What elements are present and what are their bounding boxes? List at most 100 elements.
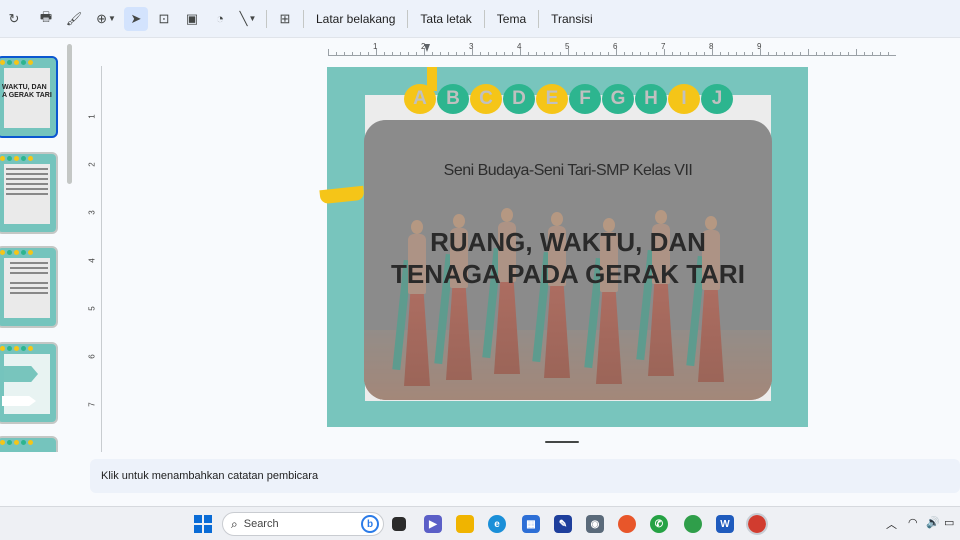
ruler-number: 5 — [87, 306, 97, 311]
ruler-tick — [808, 49, 809, 55]
line-icon[interactable]: ╲ ▼ — [236, 7, 260, 31]
taskbar-search-box[interactable]: ⌕ Search b — [222, 512, 384, 536]
ruler-number: 7 — [661, 42, 666, 51]
letter-circle-a: A — [404, 84, 436, 114]
ruler-tick — [560, 52, 561, 55]
ruler-tick — [704, 52, 705, 55]
ruler-tick — [488, 52, 489, 55]
ruler-tick — [648, 52, 649, 55]
ruler-tick — [584, 52, 585, 55]
slide-thumbnail-5[interactable] — [0, 436, 58, 452]
chrome-profile-icon[interactable] — [746, 513, 768, 535]
chevron-up-icon[interactable]: ︿ — [886, 516, 897, 532]
ruler-tick — [864, 52, 865, 55]
ruler-tick — [656, 52, 657, 55]
word-icon[interactable]: W — [716, 515, 734, 533]
ruler-tick — [392, 52, 393, 55]
taskbar-search-label: Search — [243, 518, 279, 530]
windows-start-icon[interactable] — [194, 515, 212, 533]
ruler-tick — [768, 52, 769, 55]
ruler-tick — [336, 52, 337, 55]
task-view-icon[interactable] — [392, 517, 406, 531]
layout-menu-button[interactable]: Tata letak — [412, 7, 479, 31]
ruler-tick — [432, 52, 433, 55]
ruler-number: 6 — [87, 354, 97, 359]
ruler-tick — [552, 52, 553, 55]
add-comment-icon[interactable]: ⊞ — [273, 7, 297, 31]
select-cursor-icon[interactable]: ➤ — [124, 6, 148, 31]
bing-icon[interactable]: b — [361, 515, 379, 533]
slide-title-line: TENAGA PADA GERAK TARI — [391, 259, 745, 289]
ruler-number: 1 — [373, 42, 378, 51]
chrome-icon[interactable] — [684, 515, 702, 533]
ruler-tick — [776, 52, 777, 55]
toolbar-divider — [266, 9, 267, 28]
ruler-tick — [752, 52, 753, 55]
slide-thumbnail-4[interactable] — [0, 342, 58, 424]
text-box-icon[interactable]: ⊡ — [152, 7, 176, 31]
ruler-tick — [624, 52, 625, 55]
ruler-tick — [880, 52, 881, 55]
thumbnail-dots — [0, 60, 33, 65]
ruler-number: 3 — [469, 42, 474, 51]
letter-circle-h: H — [635, 84, 667, 114]
speaker-notes-field[interactable]: Klik untuk menambahkan catatan pembicara — [90, 459, 960, 493]
camera-icon[interactable]: ◉ — [586, 515, 604, 533]
letter-circle-e: E — [536, 84, 568, 114]
teams-icon[interactable]: ▶ — [424, 515, 442, 533]
ruler-tick — [368, 52, 369, 55]
ruler-tick — [888, 52, 889, 55]
ruler-tick — [632, 52, 633, 55]
ruler-tick — [848, 52, 849, 55]
windows-taskbar: ⌕ Search b ▶ e ▦ ✎ ◉ ✆ W ︿ ◠ 🔊 ▭ — [0, 506, 960, 540]
ruler-tick — [536, 52, 537, 55]
ruler-tick — [400, 52, 401, 55]
slide-thumbnail-2[interactable] — [0, 152, 58, 234]
theme-menu-button[interactable]: Tema — [489, 7, 534, 31]
ruler-tick — [800, 52, 801, 55]
vertical-ruler: 1 2 3 4 5 6 7 — [88, 66, 102, 452]
ruler-tick — [680, 52, 681, 55]
ruler-tick — [824, 52, 825, 55]
thumbnail-text-lines — [6, 168, 48, 198]
ruler-tick — [416, 52, 417, 55]
wifi-icon[interactable]: ◠ — [908, 516, 918, 529]
app-icon[interactable]: ✎ — [554, 515, 572, 533]
firefox-icon[interactable] — [618, 515, 636, 533]
print-icon[interactable]: 🖶 — [34, 7, 58, 31]
zoom-icon[interactable]: ⊕ ▼ — [94, 7, 118, 31]
image-icon[interactable]: ▣ — [180, 7, 204, 31]
letter-circle-i: I — [668, 84, 700, 114]
redo-icon[interactable]: ↻ — [2, 7, 26, 31]
ruler-tick — [352, 52, 353, 55]
slide-title-line: RUANG, WAKTU, DAN — [430, 227, 706, 257]
edge-icon[interactable]: e — [488, 515, 506, 533]
ruler-number: 2 — [421, 42, 426, 51]
slide-subtitle[interactable]: Seni Budaya-Seni Tari-SMP Kelas VII — [364, 162, 772, 180]
shape-icon[interactable]: ◔ — [208, 7, 232, 31]
slide-thumbnail-panel: WAKTU, DAN A GERAK TARI — [0, 44, 70, 452]
notes-resize-handle[interactable] — [545, 441, 579, 443]
slide-title[interactable]: RUANG, WAKTU, DAN TENAGA PADA GERAK TARI — [364, 226, 772, 290]
ruler-tick — [456, 52, 457, 55]
transition-menu-button[interactable]: Transisi — [543, 7, 601, 31]
store-icon[interactable]: ▦ — [522, 515, 540, 533]
paint-format-icon[interactable]: 🖌 — [62, 7, 86, 31]
ruler-tick — [672, 52, 673, 55]
volume-icon[interactable]: 🔊 — [926, 516, 940, 529]
ruler-tick — [384, 52, 385, 55]
battery-icon[interactable]: ▭ — [944, 516, 954, 529]
slide-thumbnail-3[interactable] — [0, 246, 58, 328]
background-menu-button[interactable]: Latar belakang — [308, 7, 403, 31]
ruler-tick — [528, 52, 529, 55]
ruler-tick — [512, 52, 513, 55]
letter-circle-c: C — [470, 84, 502, 114]
letter-circle-j: J — [701, 84, 733, 114]
letter-circle-b: B — [437, 84, 469, 114]
slide-thumbnail-1[interactable]: WAKTU, DAN A GERAK TARI — [0, 56, 58, 138]
whatsapp-icon[interactable]: ✆ — [650, 515, 668, 533]
ruler-tick — [328, 49, 329, 55]
thumbnail-scrollbar[interactable] — [67, 44, 72, 184]
file-explorer-icon[interactable] — [456, 515, 474, 533]
letter-dots-row[interactable]: ABCDEFGHIJ — [404, 84, 734, 114]
